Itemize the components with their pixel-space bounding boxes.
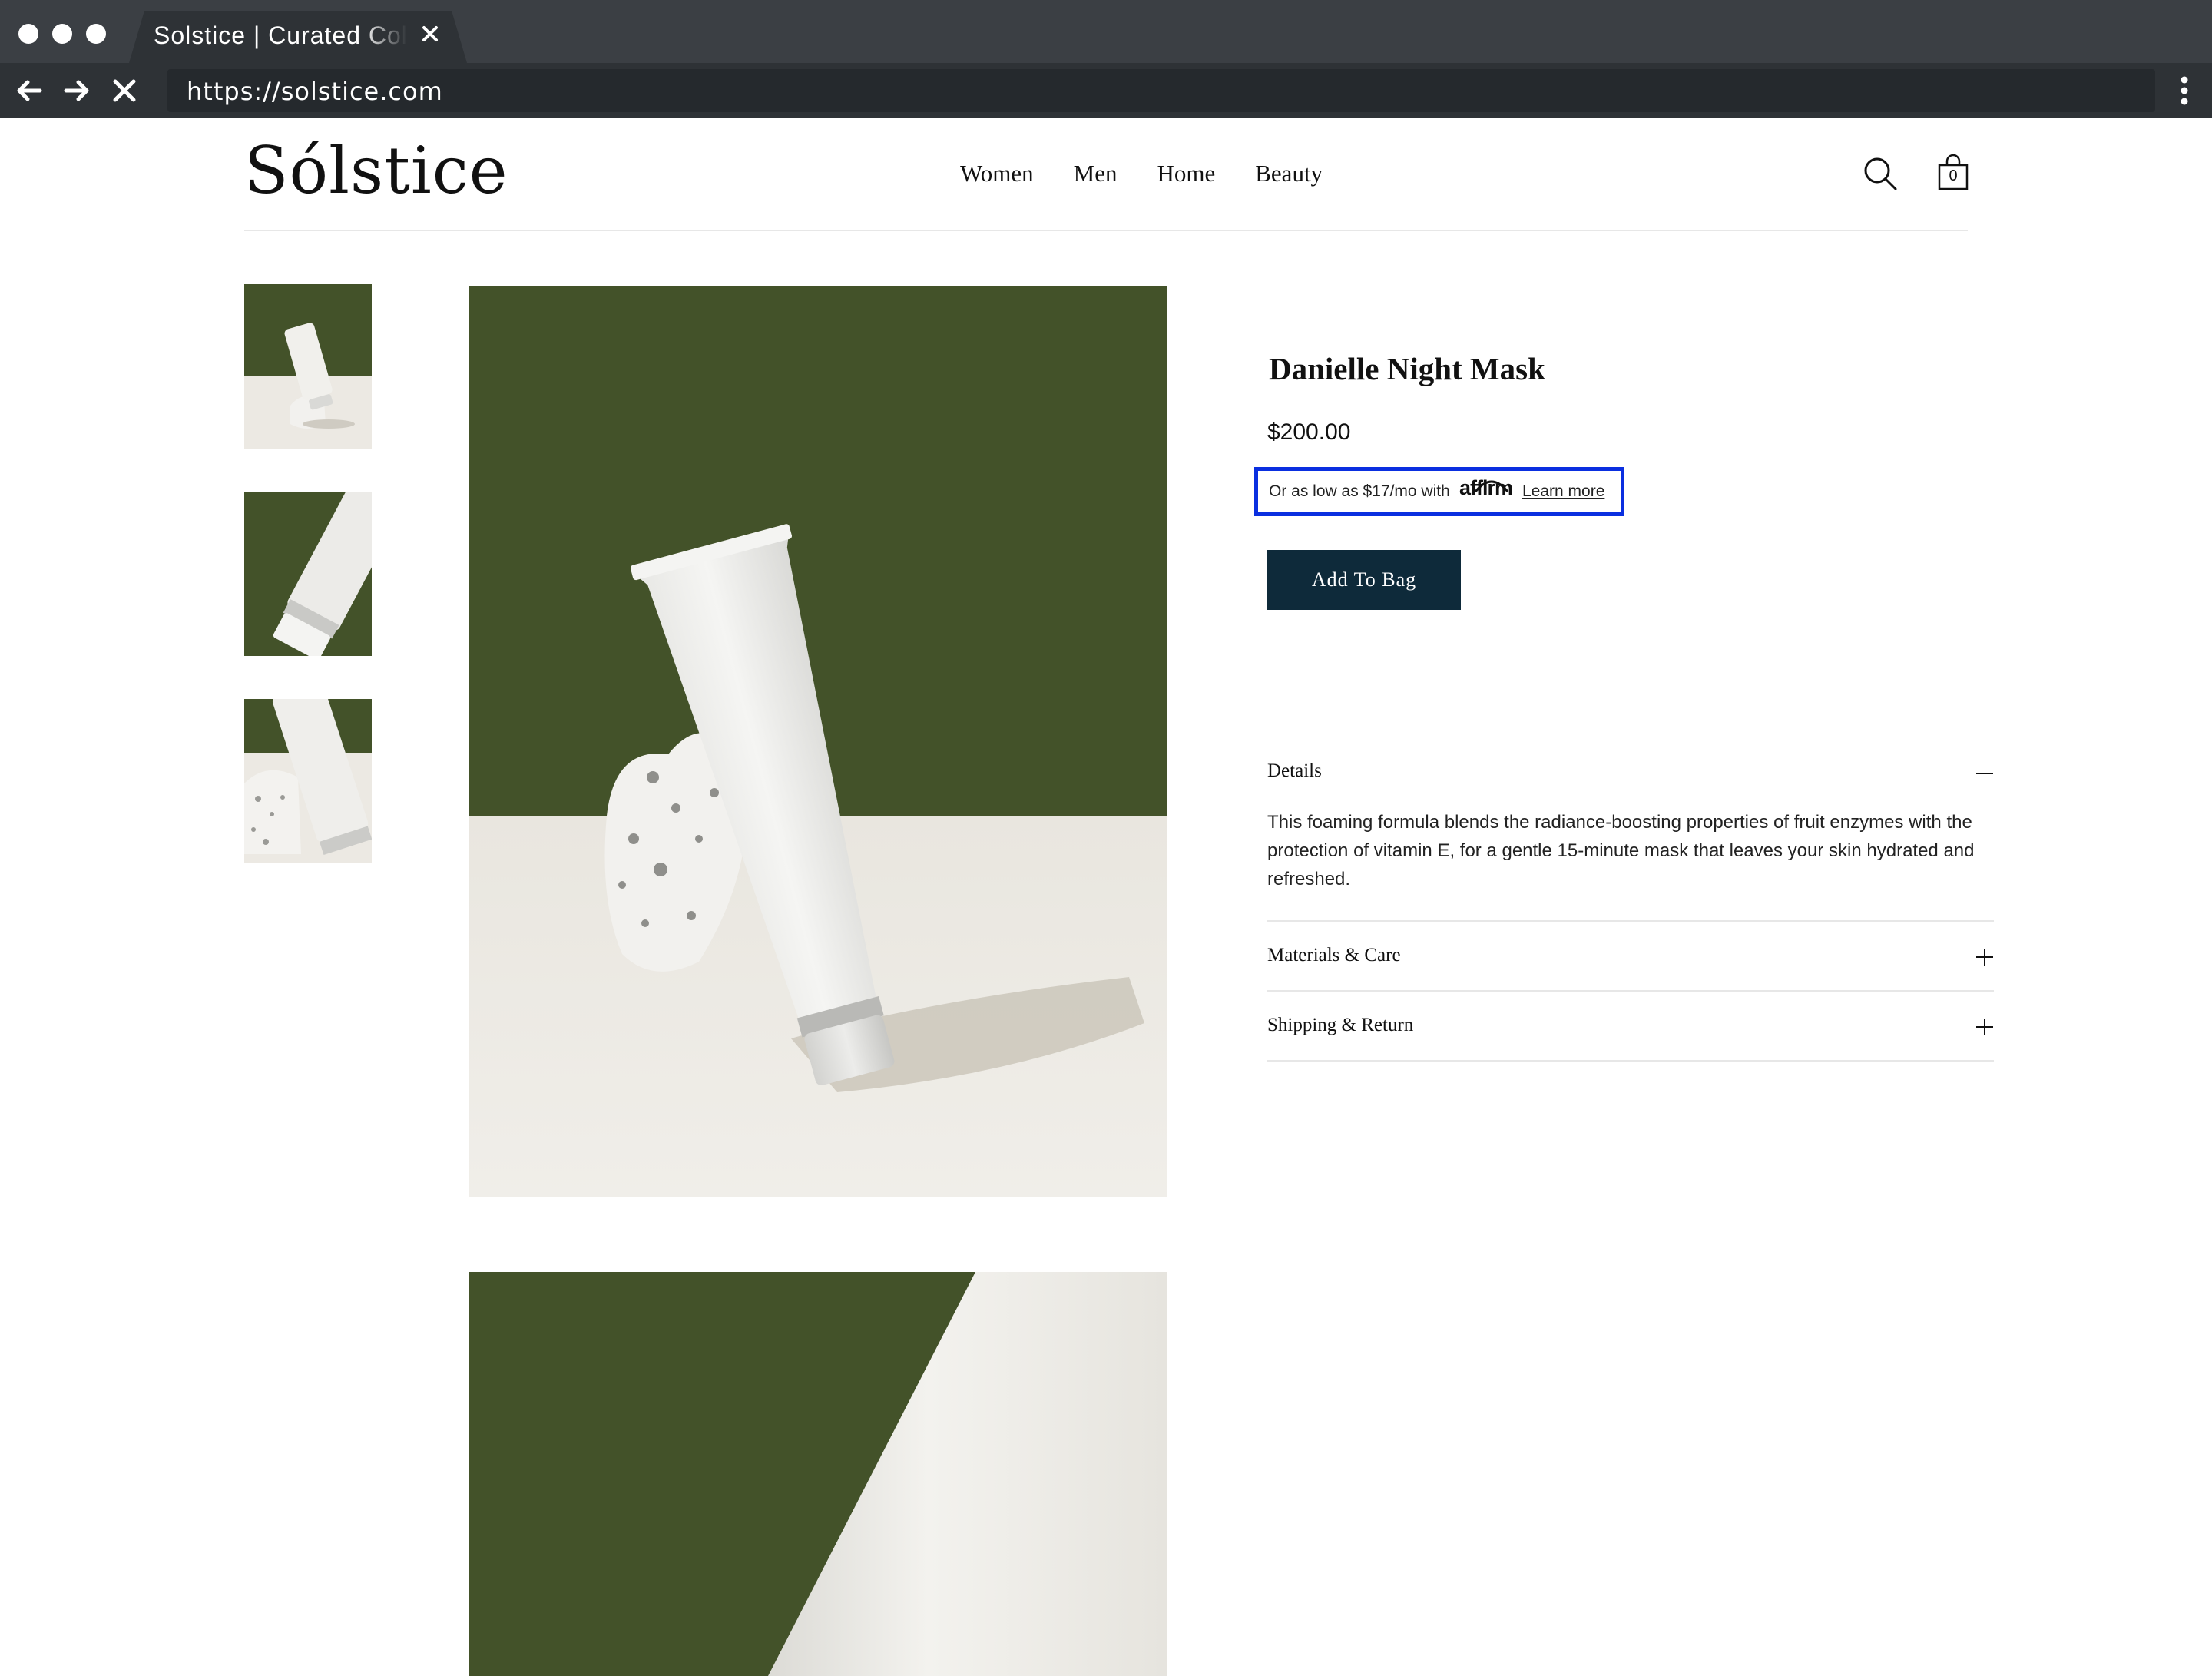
window-minimize-dot[interactable] bbox=[52, 24, 72, 44]
product-secondary-image[interactable] bbox=[469, 1272, 1167, 1676]
product-photo-tube-on-stone bbox=[469, 286, 1167, 1197]
affirm-logo: affirm bbox=[1459, 476, 1513, 499]
thumbnail-2[interactable] bbox=[244, 492, 372, 656]
nav-link-women[interactable]: Women bbox=[960, 160, 1034, 187]
expand-plus-icon[interactable] bbox=[1974, 946, 1995, 968]
browser-menu-icon[interactable] bbox=[2178, 75, 2190, 106]
shopping-bag-button[interactable]: 0 bbox=[1937, 154, 1969, 190]
address-bar[interactable] bbox=[167, 69, 2155, 112]
thumbnail-image-tube-and-stone bbox=[244, 699, 372, 863]
url-text[interactable]: https://solstice.com bbox=[187, 77, 443, 106]
site-logo[interactable]: Sólstice bbox=[244, 138, 508, 203]
nav-link-men[interactable]: Men bbox=[1074, 160, 1118, 187]
affirm-promo-text: Or as low as $17/mo with bbox=[1269, 482, 1450, 500]
tab-close-icon[interactable] bbox=[419, 23, 441, 45]
accordion-materials-header[interactable]: Materials & Care bbox=[1267, 945, 1401, 966]
product-photo-tube-closeup bbox=[469, 1272, 1167, 1676]
accordion-details-body: This foaming formula blends the radiance… bbox=[1267, 812, 1975, 889]
product-title: Danielle Night Mask bbox=[1269, 351, 1545, 386]
header-divider bbox=[244, 230, 1968, 231]
accordion-details-header[interactable]: Details bbox=[1267, 760, 1322, 782]
main-navigation: Women Men Home Beauty bbox=[960, 160, 1323, 187]
nav-link-beauty[interactable]: Beauty bbox=[1255, 160, 1323, 187]
affirm-learn-more-link[interactable]: Learn more bbox=[1522, 482, 1604, 501]
accordion-shipping-header[interactable]: Shipping & Return bbox=[1267, 1015, 1413, 1036]
forward-arrow-icon[interactable] bbox=[61, 75, 92, 106]
thumbnail-3[interactable] bbox=[244, 699, 372, 863]
product-main-image[interactable] bbox=[469, 286, 1167, 1197]
thumbnail-image-tube-on-stone bbox=[244, 284, 372, 449]
search-icon[interactable] bbox=[1862, 155, 1899, 192]
accordion-divider bbox=[1267, 1060, 1994, 1062]
window-maximize-dot[interactable] bbox=[86, 24, 106, 44]
add-to-bag-button[interactable]: Add To Bag bbox=[1267, 550, 1461, 610]
nav-link-home[interactable]: Home bbox=[1157, 160, 1215, 187]
expand-plus-icon[interactable] bbox=[1974, 1016, 1995, 1038]
stop-loading-icon[interactable] bbox=[109, 75, 140, 106]
product-price: $200.00 bbox=[1267, 419, 1351, 445]
back-arrow-icon[interactable] bbox=[14, 75, 45, 106]
window-close-dot[interactable] bbox=[18, 24, 38, 44]
thumbnail-1[interactable] bbox=[244, 284, 372, 449]
accordion-divider bbox=[1267, 990, 1994, 992]
collapse-minus-icon[interactable] bbox=[1974, 763, 1995, 784]
accordion-divider bbox=[1267, 920, 1994, 922]
cart-count: 0 bbox=[1949, 167, 1958, 184]
thumbnail-image-tube-closeup bbox=[244, 492, 372, 656]
tab-title: Solstice | Curated Collection bbox=[154, 22, 407, 49]
